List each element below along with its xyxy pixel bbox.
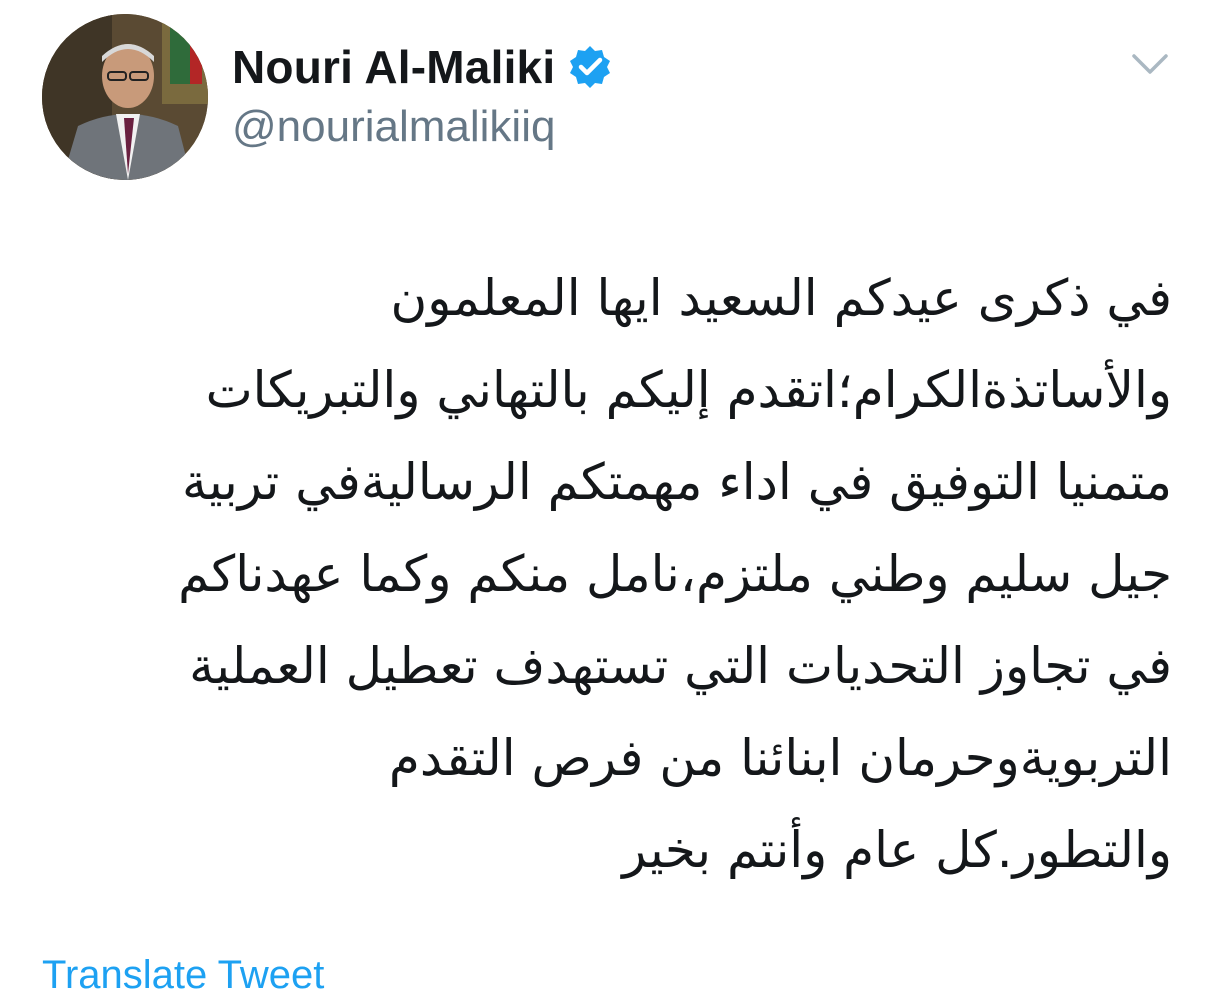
chevron-down-icon[interactable]: [1130, 50, 1170, 80]
tweet-header: Nouri Al-Maliki @nourialmalikiiq: [232, 38, 613, 152]
tweet-text-line: في تجاوز التحديات التي تستهدف تعطيل العم…: [189, 637, 1172, 695]
translate-tweet-link[interactable]: Translate Tweet: [42, 950, 324, 1000]
display-name[interactable]: Nouri Al-Maliki: [232, 40, 555, 94]
name-row: Nouri Al-Maliki: [232, 38, 613, 96]
tweet-text-line: في ذكرى عيدكم السعيد ايها المعلمون: [390, 269, 1172, 327]
tweet-text-line: جيل سليم وطني ملتزم،نامل منكم وكما عهدنا…: [178, 545, 1172, 603]
tweet-text-line: التربويةوحرمان ابنائنا من فرص التقدم: [388, 729, 1172, 787]
user-handle[interactable]: @nourialmalikiiq: [232, 102, 613, 152]
tweet-text-line: متمنيا التوفيق في اداء مهمتكم الرساليةفي…: [182, 453, 1172, 511]
verified-badge-icon: [567, 44, 613, 90]
tweet-text-line: والتطور.كل عام وأنتم بخير: [622, 821, 1172, 879]
tweet-text-line: والأساتذةالكرام؛اتقدم إليكم بالتهاني وال…: [205, 361, 1172, 419]
avatar[interactable]: [42, 14, 208, 180]
tweet-text: في ذكرى عيدكم السعيد ايها المعلمون والأس…: [32, 252, 1172, 896]
avatar-photo: [42, 14, 208, 180]
tweet-card: Nouri Al-Maliki @nourialmalikiiq في ذكرى…: [0, 0, 1224, 997]
